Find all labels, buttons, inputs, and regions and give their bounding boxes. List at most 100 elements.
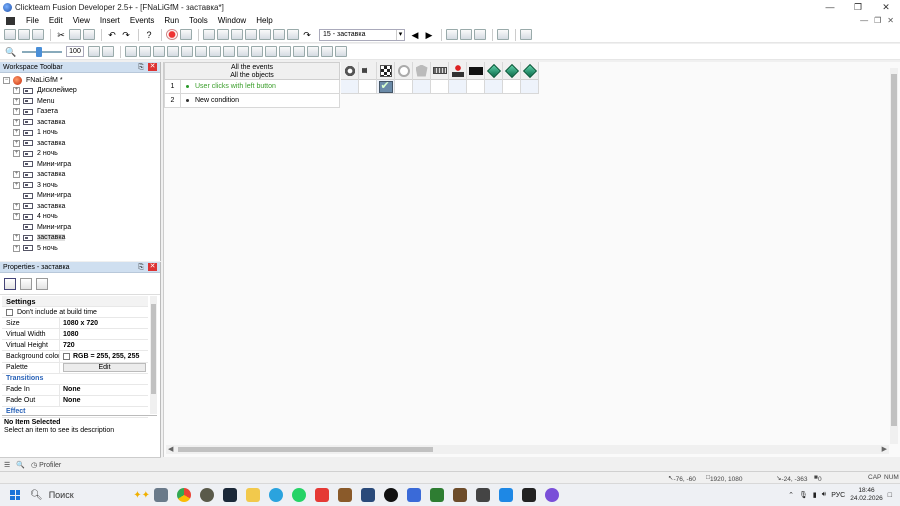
previous-frame-icon[interactable]: ◀: [409, 29, 421, 40]
menu-run[interactable]: Run: [159, 16, 184, 25]
dont-include-checkbox[interactable]: [6, 308, 13, 316]
tree-frame-item[interactable]: +3 ночь: [0, 180, 160, 191]
fusion-taskbar-icon[interactable]: [545, 488, 559, 502]
restore-button[interactable]: ❐: [844, 2, 872, 13]
chevron-down-icon[interactable]: ▾: [396, 29, 404, 40]
microphone-icon[interactable]: 🎙︎: [799, 491, 808, 499]
tree-frame-item[interactable]: Мини-игра: [0, 222, 160, 233]
group-icon[interactable]: [125, 46, 137, 57]
close-icon[interactable]: ✕: [148, 63, 157, 71]
sort-icon[interactable]: [321, 46, 333, 57]
tree-frame-item[interactable]: +2 ночь: [0, 149, 160, 160]
toggle-events-icon[interactable]: [139, 46, 151, 57]
calculator-icon[interactable]: [497, 29, 509, 40]
property-row[interactable]: Don't include at build time: [2, 307, 148, 319]
player-object-header[interactable]: [449, 62, 466, 80]
tree-frame-item[interactable]: + заставка: [0, 170, 160, 181]
dont-include-option[interactable]: Don't include at build time: [2, 307, 148, 317]
create-object-header[interactable]: [413, 62, 430, 80]
new-file-icon[interactable]: [4, 29, 16, 40]
language-indicator[interactable]: РУС: [831, 492, 845, 499]
background-color-value[interactable]: RGB = 255, 255, 255: [60, 353, 148, 361]
insert-comment-icon[interactable]: [102, 46, 114, 57]
event-editor[interactable]: All the events All the objects 1 User cl…: [163, 62, 900, 457]
zoom-slider-thumb[interactable]: [36, 46, 42, 57]
redo-icon[interactable]: ↷: [120, 29, 132, 40]
active-object-header[interactable]: [503, 62, 520, 80]
tree-frame-item[interactable]: +4 ночь: [0, 212, 160, 223]
runtime-options-tab-icon[interactable]: [20, 277, 32, 290]
timer-object-header[interactable]: [395, 62, 412, 80]
horizontal-scrollbar[interactable]: ◀ ▶: [166, 445, 889, 454]
next-frame-icon[interactable]: ▶: [423, 29, 435, 40]
special-object-header[interactable]: [341, 62, 358, 80]
tree-frame-item[interactable]: Мини-игра: [0, 191, 160, 202]
text-editor-icon[interactable]: [287, 29, 299, 40]
layers-tab-icon[interactable]: ☰: [4, 461, 10, 469]
data-elements-icon[interactable]: [259, 29, 271, 40]
expand-toggle-icon[interactable]: +: [13, 202, 20, 210]
expand-icon[interactable]: [307, 46, 319, 57]
taskbar-search[interactable]: 🔍︎ Поиск ✦✦: [30, 487, 150, 504]
expand-toggle-icon[interactable]: +: [13, 87, 20, 95]
tree-frame-item[interactable]: + заставка: [0, 138, 160, 149]
undo-icon[interactable]: ↶: [106, 29, 118, 40]
app-icon[interactable]: [499, 488, 513, 502]
expand-toggle-icon[interactable]: +: [13, 181, 20, 189]
collapse-icon[interactable]: [279, 46, 291, 57]
action-cell[interactable]: [341, 80, 358, 94]
active-object-header[interactable]: [521, 62, 538, 80]
action-cell[interactable]: [521, 80, 538, 94]
event-editor-icon[interactable]: [231, 29, 243, 40]
event-condition[interactable]: User clicks with left button: [181, 83, 276, 90]
yandex-icon[interactable]: [315, 488, 329, 502]
tree-frame-item[interactable]: + Дисклеймер: [0, 86, 160, 97]
zoom-value-field[interactable]: 100: [66, 46, 84, 57]
save-icon[interactable]: [32, 29, 44, 40]
expand-toggle-icon[interactable]: +: [13, 244, 20, 252]
action-cell[interactable]: [413, 80, 430, 94]
frame-selector[interactable]: 15 - заставка ▾: [319, 28, 405, 41]
properties-scrollbar[interactable]: [150, 296, 157, 414]
taskbar-clock[interactable]: 18:46 24.02.2026: [850, 487, 883, 503]
notification-icon[interactable]: □: [888, 492, 892, 499]
open-folder-icon[interactable]: [18, 29, 30, 40]
event-row[interactable]: 1 User clicks with left button: [164, 80, 340, 94]
action-cell[interactable]: [467, 80, 484, 94]
scroll-right-icon[interactable]: ▶: [882, 445, 887, 454]
tree-frame-item[interactable]: + Menu: [0, 96, 160, 107]
property-value[interactable]: 720: [60, 342, 148, 349]
palette-edit-button[interactable]: Edit: [63, 363, 146, 373]
settings-tab-icon[interactable]: [4, 277, 16, 290]
storyboard-icon[interactable]: [203, 29, 215, 40]
menu-events[interactable]: Events: [125, 16, 159, 25]
checker-board-icon[interactable]: [293, 46, 305, 57]
checker-icon[interactable]: [181, 46, 193, 57]
copy-icon[interactable]: [69, 29, 81, 40]
expand-toggle-icon[interactable]: +: [13, 234, 20, 242]
action-cell[interactable]: [449, 80, 466, 94]
mdi-close-button[interactable]: ✕: [887, 16, 894, 25]
scrollbar-thumb[interactable]: [151, 304, 156, 394]
property-row[interactable]: Virtual Height 720: [2, 340, 148, 352]
menu-insert[interactable]: Insert: [95, 16, 125, 25]
menu-tools[interactable]: Tools: [184, 16, 213, 25]
calculator-icon[interactable]: [407, 488, 421, 502]
stop-icon[interactable]: [166, 29, 178, 40]
tree-frame-item[interactable]: +5 ночь: [0, 243, 160, 254]
scrollbar-thumb[interactable]: [178, 447, 433, 452]
cut-icon[interactable]: ✂: [55, 29, 67, 40]
telegram-icon[interactable]: [269, 488, 283, 502]
property-row[interactable]: Fade Out None: [2, 395, 148, 407]
backdrop-object-header[interactable]: [467, 62, 484, 80]
app-icon[interactable]: [338, 488, 352, 502]
menu-help[interactable]: Help: [251, 16, 277, 25]
menu-edit[interactable]: Edit: [44, 16, 68, 25]
collapse-toggle-icon[interactable]: −: [3, 76, 10, 84]
property-row[interactable]: Background color RGB = 255, 255, 255: [2, 351, 148, 363]
mdi-restore-button[interactable]: ❐: [874, 16, 881, 25]
new-condition[interactable]: New condition: [181, 97, 239, 104]
close-button[interactable]: ✕: [872, 2, 900, 13]
expand-toggle-icon[interactable]: +: [13, 171, 20, 179]
property-row[interactable]: Size 1080 x 720: [2, 318, 148, 330]
